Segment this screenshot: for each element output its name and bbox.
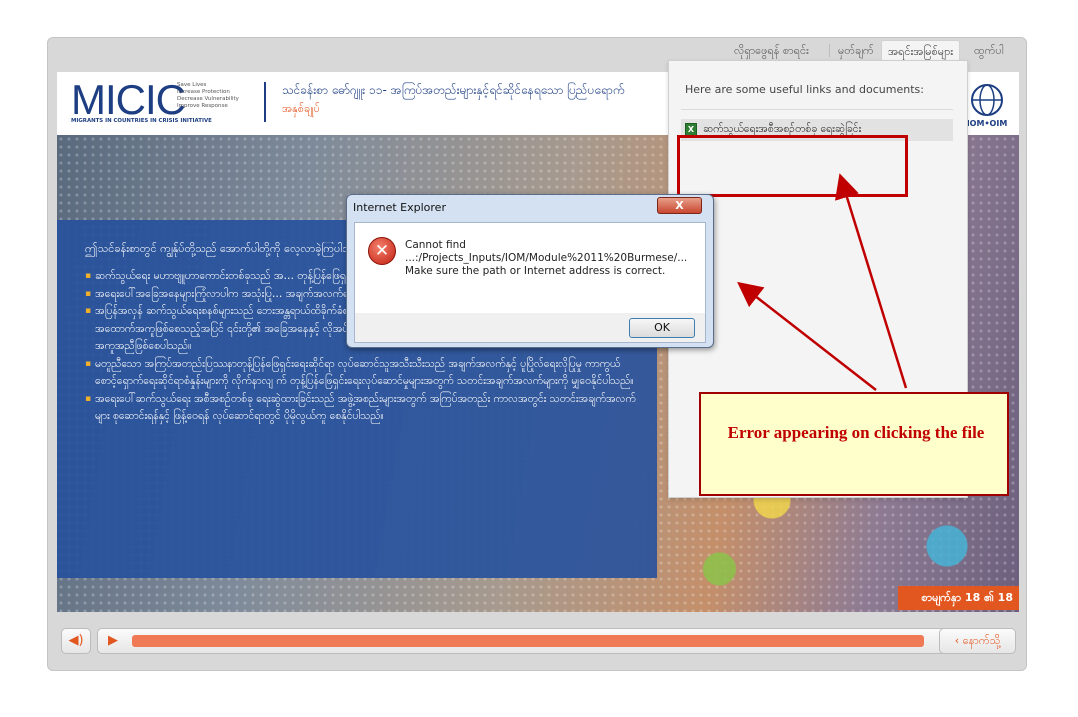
page-indicator: စာမျက်နှာ 18 ၏ 18 xyxy=(898,586,1019,610)
iom-logo: IOM•OIM xyxy=(962,80,1012,130)
play-icon[interactable]: ▶ xyxy=(108,634,118,648)
micic-logo: MICIC Save Lives Increase Protection Dec… xyxy=(71,78,243,128)
dialog-path: ...:/Projects_Inputs/IOM/Module%2011%20B… xyxy=(405,252,688,264)
error-dialog: Internet Explorer X ✕ Cannot find ...:/P… xyxy=(346,194,714,348)
divider xyxy=(681,109,953,110)
list-item: မတူညီသော အကြပ်အတည်းပြဿနာတုန့်ပြန်ဖြေရှင်… xyxy=(85,356,650,391)
volume-icon[interactable]: ◀) xyxy=(61,628,91,654)
prev-button[interactable]: ‹ နောက်သို့ xyxy=(939,628,1016,654)
nav-separator xyxy=(829,44,830,57)
annotation-callout: Error appearing on clicking the file xyxy=(699,392,1009,496)
dialog-body: ✕ Cannot find ...:/Projects_Inputs/IOM/M… xyxy=(354,222,706,314)
header-divider xyxy=(264,82,266,122)
slide-title: သင်ခန်းစာ ဓော်ဂျူး ၁၁- အကြပ်အတည်းများနှင… xyxy=(282,83,625,97)
close-button[interactable]: X xyxy=(657,197,702,214)
nav-glossary[interactable]: လိုရှာဖွေရန် စာရင်း xyxy=(734,44,809,60)
error-icon: ✕ xyxy=(368,237,396,265)
dialog-message: Cannot find xyxy=(405,239,466,251)
list-item: အရေးပေါ်ဆက်သွယ်ရေး အစီအစဉ်တစ်ခု ရေးဆွဲထာ… xyxy=(85,391,650,426)
course-player: လိုရှာဖွေရန် စာရင်း မှတ်ချက် အရင်းအမြစ်မ… xyxy=(47,37,1027,671)
annotation-text: Error appearing on clicking the file xyxy=(727,423,985,442)
micic-logo-text: MICIC xyxy=(71,76,186,123)
resources-intro: Here are some useful links and documents… xyxy=(685,83,924,96)
tagline-line: Improve Response xyxy=(177,103,228,109)
tagline-line: Increase Protection xyxy=(177,89,230,95)
slide-subtitle: အနှစ်ချုပ် xyxy=(282,102,320,115)
player-controls: ◀) ▶ ↻ ‹ နောက်သို့ xyxy=(48,618,1028,672)
tagline-line: Save Lives xyxy=(177,82,207,88)
tagline-line: Decrease Vulnerability xyxy=(177,96,239,102)
nav-exit[interactable]: ထွက်ပါ xyxy=(974,44,1004,60)
dialog-footer: OK xyxy=(354,313,706,343)
ok-button[interactable]: OK xyxy=(629,318,695,338)
seek-bar[interactable]: ▶ ↻ xyxy=(97,628,967,654)
micic-logo-subtitle: MIGRANTS IN COUNTRIES IN CRISIS INITIATI… xyxy=(71,118,212,124)
dialog-hint: Make sure the path or Internet address i… xyxy=(405,265,666,277)
micic-logo-tagline: Save Lives Increase Protection Decrease … xyxy=(177,82,239,110)
nav-notes[interactable]: မှတ်ချက် xyxy=(838,44,874,60)
dialog-title: Internet Explorer xyxy=(353,201,446,214)
iom-logo-label: IOM•OIM xyxy=(967,119,1008,128)
annotation-highlight-box xyxy=(677,135,908,197)
progress-fill xyxy=(132,635,924,647)
